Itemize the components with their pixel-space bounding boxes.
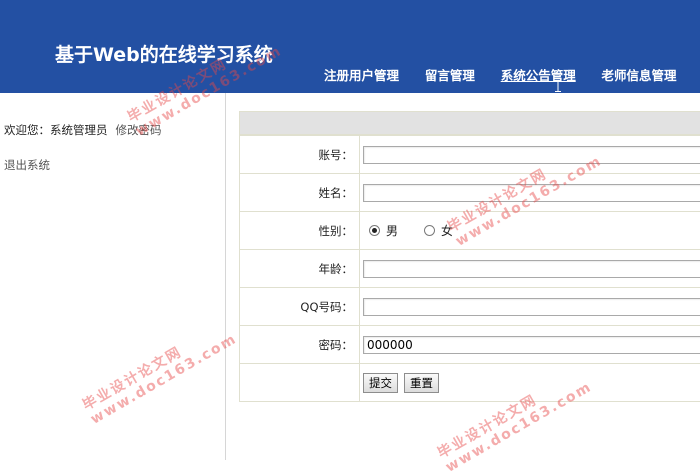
form-table: 账号： 姓名： 性别： 男 女 年龄： QQ号码：	[239, 135, 700, 402]
form-row-password: 密码：	[240, 326, 700, 364]
top-nav: 注册用户管理 留言管理 系统公告管理 老师信息管理	[324, 65, 699, 84]
account-label: 账号：	[240, 136, 360, 174]
qq-input[interactable]	[363, 298, 700, 316]
nav-item-announcements[interactable]: 系统公告管理	[501, 65, 576, 84]
gender-label: 性别：	[240, 212, 360, 250]
password-input[interactable]	[363, 336, 700, 354]
form-row-age: 年龄：	[240, 250, 700, 288]
qq-label: QQ号码：	[240, 288, 360, 326]
form-row-qq: QQ号码：	[240, 288, 700, 326]
nav-item-registered-users[interactable]: 注册用户管理	[324, 65, 399, 84]
form-header-bar	[239, 111, 700, 135]
password-label: 密码：	[240, 326, 360, 364]
sidebar: 欢迎您：系统管理员修改密码 退出系统	[0, 93, 226, 460]
nav-item-teachers[interactable]: 老师信息管理	[602, 65, 677, 84]
gender-male-radio[interactable]	[369, 225, 380, 236]
submit-button[interactable]: 提交	[363, 373, 398, 393]
gender-female-label: 女	[441, 222, 453, 239]
reset-button[interactable]: 重置	[404, 373, 439, 393]
welcome-text: 欢迎您：系统管理员	[4, 123, 108, 137]
age-input[interactable]	[363, 260, 700, 278]
logout-link[interactable]: 退出系统	[4, 157, 50, 173]
form-row-actions: 提交重置	[240, 364, 700, 402]
name-input[interactable]	[363, 184, 700, 202]
text-cursor-icon	[555, 80, 561, 92]
account-input[interactable]	[363, 146, 700, 164]
form-row-gender: 性别： 男 女	[240, 212, 700, 250]
name-label: 姓名：	[240, 174, 360, 212]
change-password-link[interactable]: 修改密码	[116, 123, 162, 137]
nav-item-messages[interactable]: 留言管理	[425, 65, 475, 84]
app-title: 基于Web的在线学习系统	[55, 40, 273, 67]
welcome-row: 欢迎您：系统管理员修改密码	[4, 122, 162, 138]
user-form: 账号： 姓名： 性别： 男 女 年龄： QQ号码：	[239, 111, 700, 402]
age-label: 年龄：	[240, 250, 360, 288]
header-bar: 基于Web的在线学习系统 注册用户管理 留言管理 系统公告管理 老师信息管理	[0, 0, 700, 93]
gender-male-label: 男	[386, 222, 398, 239]
form-row-account: 账号：	[240, 136, 700, 174]
gender-female-radio[interactable]	[424, 225, 435, 236]
form-row-name: 姓名：	[240, 174, 700, 212]
gender-radio-group: 男 女	[363, 222, 473, 239]
